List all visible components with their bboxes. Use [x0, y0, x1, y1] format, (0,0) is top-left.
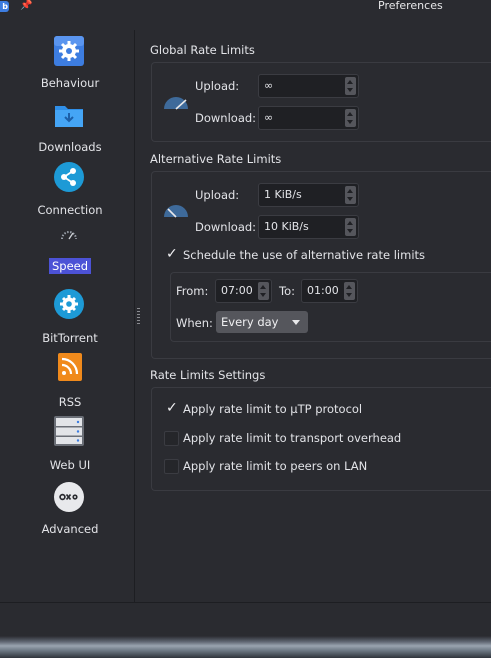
advanced-icon: [54, 482, 84, 512]
sidebar-item-label: Speed: [0, 258, 140, 274]
gear-icon: [54, 36, 84, 66]
share-icon: [54, 162, 84, 192]
utp-label[interactable]: Apply rate limit to µTP protocol: [183, 402, 362, 416]
global-download-spinbox[interactable]: ∞: [258, 106, 359, 130]
to-label: To:: [279, 284, 295, 298]
transport-overhead-label[interactable]: Apply rate limit to transport overhead: [183, 431, 401, 445]
from-time-value: 07:00: [221, 284, 253, 297]
spin-arrows-icon[interactable]: [345, 109, 356, 127]
desktop-background: [0, 603, 491, 658]
when-label: When:: [176, 316, 213, 330]
when-value: Every day: [221, 315, 279, 329]
alternative-rate-limits-title: Alternative Rate Limits: [150, 152, 282, 166]
global-rate-limits-title: Global Rate Limits: [150, 43, 255, 57]
sidebar-item-label: Connection: [37, 203, 103, 217]
splitter-handle[interactable]: [137, 308, 140, 326]
sidebar-item-label: RSS: [58, 395, 82, 409]
rate-limits-settings-title: Rate Limits Settings: [150, 368, 266, 382]
global-download-value: ∞: [264, 111, 274, 124]
global-upload-label: Upload:: [195, 79, 240, 93]
alternative-upload-label: Upload:: [195, 188, 240, 202]
utp-checkbox[interactable]: [165, 400, 178, 416]
sidebar-item-label: BitTorrent: [42, 331, 98, 345]
pin-icon[interactable]: 📌: [20, 0, 32, 11]
peers-lan-checkbox[interactable]: [164, 459, 179, 474]
spin-arrows-icon[interactable]: [345, 77, 356, 95]
to-time-spinbox[interactable]: 01:00: [301, 279, 358, 303]
sidebar-item-label: Web UI: [49, 458, 91, 472]
folder-download-icon: [55, 106, 83, 127]
server-icon: [54, 416, 84, 446]
gear-icon: [54, 289, 84, 319]
speedometer-icon: [61, 231, 77, 240]
preferences-window: Behaviour Downloads Connection Speed Bit…: [0, 14, 491, 604]
peers-lan-label[interactable]: Apply rate limit to peers on LAN: [183, 459, 367, 473]
when-dropdown[interactable]: Every day: [216, 311, 308, 333]
title-bar: b 📌 Preferences: [0, 0, 491, 14]
chevron-down-icon: [292, 320, 300, 325]
alternative-download-label: Download:: [195, 220, 257, 234]
to-time-value: 01:00: [307, 284, 339, 297]
global-upload-value: ∞: [264, 79, 274, 92]
schedule-label[interactable]: Schedule the use of alternative rate lim…: [183, 248, 425, 262]
spin-arrows-icon[interactable]: [344, 282, 355, 300]
sidebar: Behaviour Downloads Connection Speed Bit…: [0, 29, 134, 599]
sidebar-item-label: Behaviour: [40, 76, 100, 90]
transport-overhead-checkbox[interactable]: [164, 431, 179, 446]
schedule-checkbox[interactable]: [165, 246, 178, 262]
alternative-download-spinbox[interactable]: 10 KiB/s: [258, 215, 359, 239]
sidebar-item-label: Advanced: [41, 522, 99, 536]
spin-arrows-icon[interactable]: [345, 186, 356, 204]
speedometer-icon: [164, 205, 188, 218]
window-title: Preferences: [378, 0, 443, 12]
from-label: From:: [176, 284, 209, 298]
global-upload-spinbox[interactable]: ∞: [258, 74, 359, 98]
alternative-upload-value: 1 KiB/s: [264, 188, 302, 201]
spin-arrows-icon[interactable]: [258, 282, 269, 300]
sidebar-item-label: Downloads: [38, 140, 102, 154]
global-download-label: Download:: [195, 111, 257, 125]
app-icon: b: [0, 1, 9, 12]
spin-arrows-icon[interactable]: [345, 218, 356, 236]
sidebar-divider: [134, 30, 135, 602]
rss-icon: [58, 353, 82, 381]
alternative-upload-spinbox[interactable]: 1 KiB/s: [258, 183, 359, 207]
alternative-download-value: 10 KiB/s: [264, 220, 309, 233]
speedometer-icon: [164, 97, 188, 110]
from-time-spinbox[interactable]: 07:00: [215, 279, 272, 303]
